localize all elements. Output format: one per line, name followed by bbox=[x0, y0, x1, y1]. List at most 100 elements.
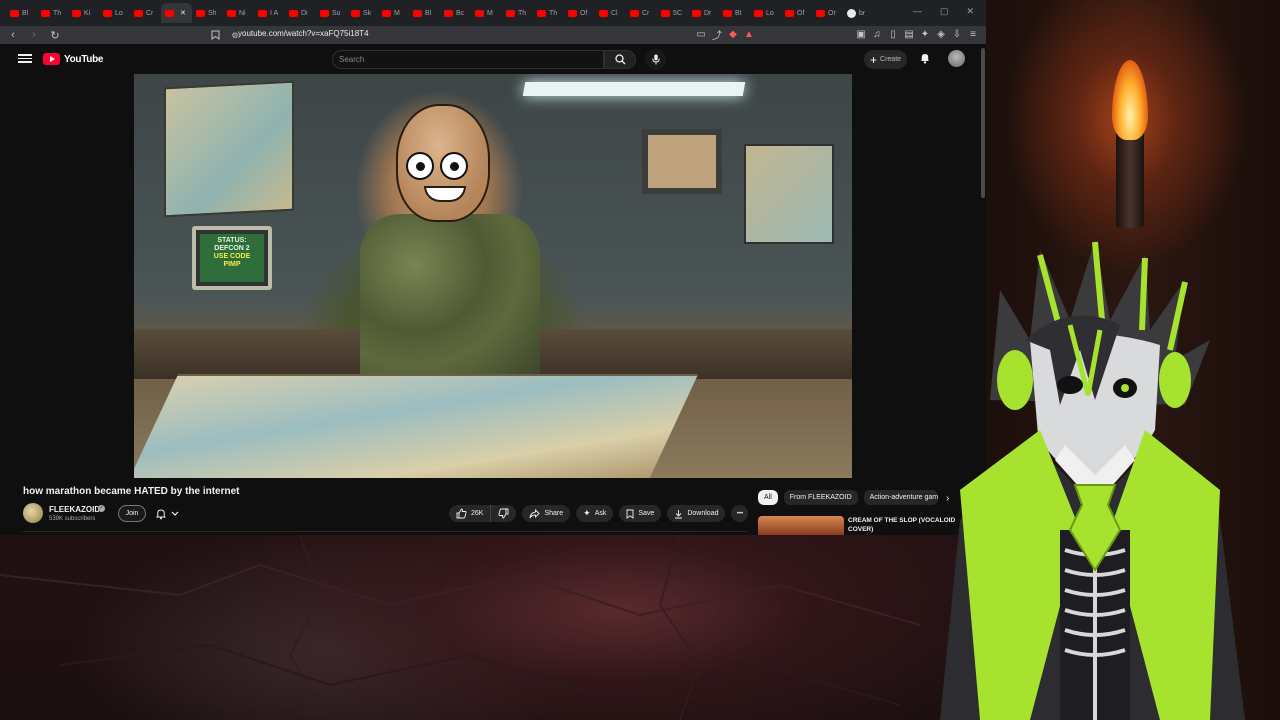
browser-tab[interactable]: Th bbox=[533, 3, 564, 23]
browser-tab[interactable]: Cr bbox=[626, 3, 657, 23]
close-tab-icon[interactable]: ✕ bbox=[180, 9, 186, 17]
torch-handle bbox=[1116, 128, 1144, 228]
close-icon[interactable]: ✕ bbox=[966, 6, 974, 17]
browser-tab[interactable]: Ki bbox=[68, 3, 99, 23]
soldier-head bbox=[396, 104, 490, 222]
reload-icon[interactable]: ↻ bbox=[47, 27, 63, 43]
divider bbox=[23, 531, 747, 532]
download-icon[interactable]: ⇩ bbox=[950, 27, 964, 41]
browser-tab[interactable]: Sk bbox=[347, 3, 378, 23]
notifications-bell-icon[interactable] bbox=[919, 51, 931, 69]
globe-icon bbox=[847, 8, 856, 18]
tab-search-icon[interactable]: ▤ bbox=[902, 27, 916, 41]
browser-tab[interactable]: Cl bbox=[595, 3, 626, 23]
browser-tab[interactable]: Or bbox=[812, 3, 843, 23]
minimize-icon[interactable]: — bbox=[913, 6, 922, 17]
browser-tab[interactable]: M bbox=[471, 3, 502, 23]
browser-tab[interactable]: Su bbox=[316, 3, 347, 23]
chip-from-channel[interactable]: From FLEEKAZOID bbox=[783, 490, 858, 505]
more-actions-button[interactable]: ••• bbox=[731, 505, 749, 522]
video-player[interactable]: STATUS: DEFCON 2 USE CODE PIMP bbox=[134, 74, 852, 478]
ask-button[interactable]: ✦ Ask bbox=[576, 505, 614, 522]
browser-tab[interactable]: Bt bbox=[719, 3, 750, 23]
chevron-down-icon bbox=[171, 511, 179, 516]
search-button[interactable] bbox=[604, 50, 636, 69]
browser-tab[interactable]: ✕ bbox=[161, 3, 192, 23]
browser-tab[interactable]: Of bbox=[564, 3, 595, 23]
browser-tab[interactable]: Cr bbox=[130, 3, 161, 23]
extension-icon[interactable]: ◆ bbox=[726, 27, 740, 41]
search-input[interactable]: Search bbox=[332, 50, 604, 69]
like-button[interactable]: 26K bbox=[449, 505, 490, 522]
browser-tab[interactable]: Ni bbox=[223, 3, 254, 23]
youtube-favicon-icon bbox=[692, 9, 701, 17]
youtube-favicon-icon bbox=[10, 9, 19, 17]
youtube-favicon-icon bbox=[165, 9, 174, 17]
channel-name[interactable]: FLEEKAZOID bbox=[49, 505, 100, 514]
browser-tab[interactable]: I A bbox=[254, 3, 285, 23]
share-arrow-icon bbox=[530, 508, 541, 518]
browser-tab[interactable]: 5C bbox=[657, 3, 688, 23]
page-scrollbar[interactable] bbox=[981, 48, 985, 198]
join-button[interactable]: Join bbox=[118, 505, 146, 522]
browser-toolbar: ‹ › ↻ ⚙ youtube.com/watch?v=xaFQ75i18T4 … bbox=[0, 26, 986, 44]
browser-tab[interactable]: Bl bbox=[6, 3, 37, 23]
recommendation-thumbnail[interactable] bbox=[758, 516, 844, 535]
youtube-favicon-icon bbox=[816, 9, 825, 17]
account-avatar[interactable] bbox=[948, 50, 965, 67]
share-button[interactable]: Share bbox=[522, 505, 571, 522]
save-button[interactable]: Save bbox=[619, 505, 662, 522]
tab-label: Lo bbox=[115, 9, 123, 17]
tab-label: Sk bbox=[363, 9, 372, 17]
status-screen: STATUS: DEFCON 2 USE CODE PIMP bbox=[200, 234, 264, 282]
shield-icon[interactable]: ◈ bbox=[934, 27, 948, 41]
back-icon[interactable]: ‹ bbox=[5, 27, 21, 43]
browser-tab[interactable]: Di bbox=[285, 3, 316, 23]
share-page-icon[interactable]: ⤴ bbox=[710, 27, 724, 42]
like-count: 26K bbox=[471, 510, 484, 517]
bookmark-icon[interactable] bbox=[207, 27, 223, 43]
browser-tab[interactable]: Bc bbox=[440, 3, 471, 23]
video-actions: 26K Share ✦ Ask Save Download ••• bbox=[449, 505, 749, 522]
forward-icon[interactable]: › bbox=[26, 27, 42, 43]
create-button[interactable]: + Create bbox=[864, 50, 908, 69]
tab-strip: Bl Th Ki Lo Cr ✕ Sh Ni I A Di Su Sk M Bl Bc M Th Th Of Cl Cr… bbox=[0, 0, 986, 26]
alert-extension-icon[interactable]: ▲ bbox=[742, 27, 756, 41]
youtube-favicon-icon bbox=[320, 9, 329, 17]
sidebar-icon[interactable]: ▯ bbox=[886, 27, 900, 41]
browser-tab[interactable]: Dr bbox=[688, 3, 719, 23]
browser-tab[interactable]: Th bbox=[502, 3, 533, 23]
media-icon[interactable]: ♫ bbox=[870, 27, 884, 41]
youtube-logo[interactable]: YouTube bbox=[43, 53, 104, 65]
browser-tab[interactable]: Lo bbox=[99, 3, 130, 23]
browser-tab[interactable]: Th bbox=[37, 3, 68, 23]
menu-icon[interactable]: ≡ bbox=[966, 27, 980, 41]
voice-search-button[interactable] bbox=[645, 49, 666, 70]
browser-tab[interactable]: Lo bbox=[750, 3, 781, 23]
ai-icon[interactable]: ✦ bbox=[918, 27, 932, 41]
subscription-notification-button[interactable] bbox=[155, 505, 179, 522]
channel-avatar[interactable] bbox=[23, 503, 43, 523]
youtube-favicon-icon bbox=[444, 9, 453, 17]
browser-tab[interactable]: Sh bbox=[192, 3, 223, 23]
grin bbox=[424, 186, 466, 202]
cast-icon[interactable]: ▭ bbox=[694, 27, 708, 41]
plus-icon: + bbox=[870, 52, 878, 67]
address-bar[interactable]: youtube.com/watch?v=xaFQ75i18T4 bbox=[238, 29, 369, 38]
screenshot-icon[interactable]: ▣ bbox=[854, 27, 868, 41]
create-label: Create bbox=[880, 56, 902, 63]
chip-all[interactable]: All bbox=[758, 490, 778, 505]
player-gutter bbox=[0, 74, 134, 478]
browser-tab[interactable]: br bbox=[843, 3, 874, 23]
youtube-favicon-icon bbox=[413, 9, 422, 17]
youtube-favicon-icon bbox=[196, 9, 205, 17]
dislike-button[interactable] bbox=[490, 505, 516, 522]
browser-tab[interactable]: Of bbox=[781, 3, 812, 23]
soldier-body bbox=[360, 214, 540, 384]
maximize-icon[interactable]: ▢ bbox=[940, 6, 949, 17]
browser-tab[interactable]: Bl bbox=[409, 3, 440, 23]
browser-tab[interactable]: M bbox=[378, 3, 409, 23]
hamburger-menu-icon[interactable] bbox=[18, 52, 32, 66]
download-button[interactable]: Download bbox=[667, 505, 726, 522]
status-text-1: STATUS: bbox=[217, 237, 247, 244]
